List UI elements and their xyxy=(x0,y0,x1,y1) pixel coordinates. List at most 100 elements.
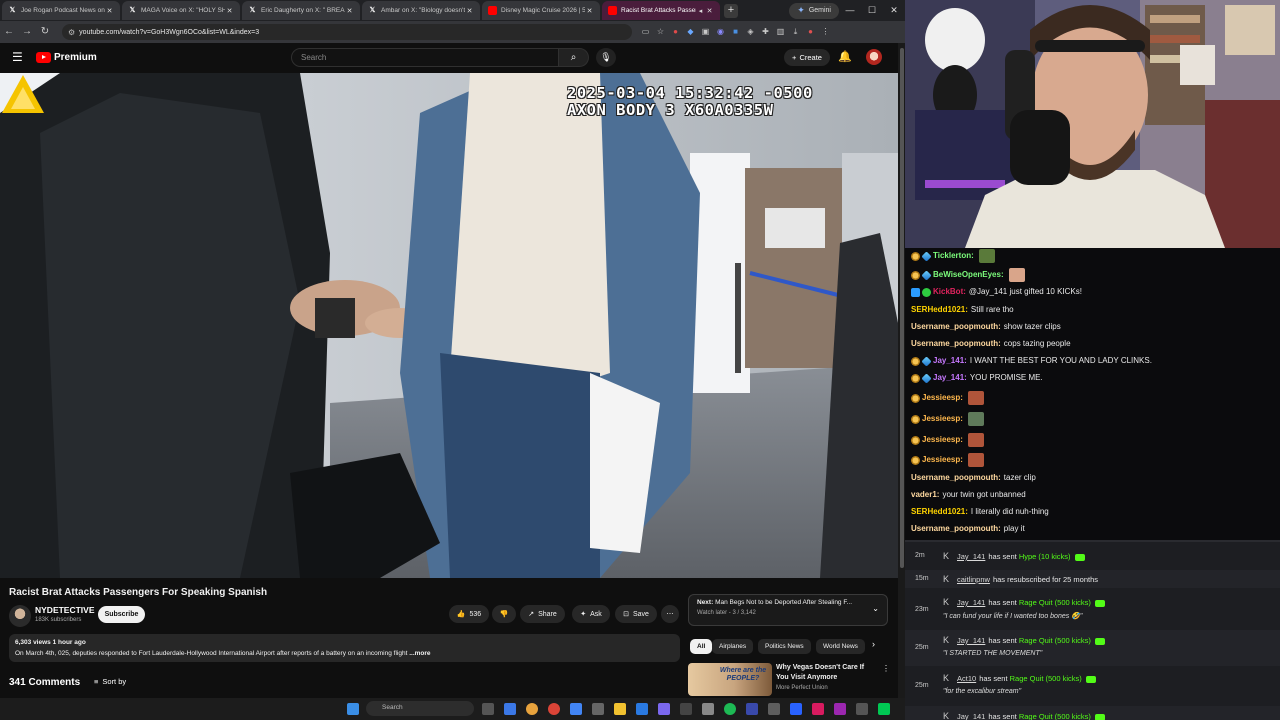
chat-username[interactable]: Jay_141: xyxy=(933,373,967,383)
more-actions-button[interactable]: ⋯ xyxy=(661,605,679,623)
browser-tab[interactable]: 𝕏 Joe Rogan Podcast News on X ✕ xyxy=(2,1,120,20)
back-icon[interactable]: ← xyxy=(0,21,18,43)
close-tab-icon[interactable]: ✕ xyxy=(345,7,354,15)
taskbar-app-icon[interactable] xyxy=(702,703,714,715)
mute-tab-icon[interactable]: ◂ xyxy=(696,7,705,15)
up-next-panel[interactable]: Next: Man Begs Not to be Deported After … xyxy=(688,594,888,626)
taskbar-app-icon[interactable] xyxy=(636,703,648,715)
chat-username[interactable]: Jay_141: xyxy=(933,356,967,366)
event-username[interactable]: caitlinpnw xyxy=(957,575,990,584)
browser-tab-active[interactable]: Racist Brat Attacks Passeng ◂ ✕ xyxy=(602,1,720,20)
ask-button[interactable]: ✦ Ask xyxy=(572,605,610,623)
profile-avatar-icon[interactable]: ● xyxy=(803,21,818,43)
microphone-icon[interactable]: 🎙 xyxy=(596,48,616,67)
sidepanel-icon[interactable]: ▥ xyxy=(773,21,788,43)
close-tab-icon[interactable]: ✕ xyxy=(705,7,714,15)
taskbar-app-icon[interactable] xyxy=(658,703,670,715)
extension-icon[interactable]: ■ xyxy=(728,21,743,43)
close-tab-icon[interactable]: ✕ xyxy=(225,7,234,15)
chevron-down-icon[interactable]: ⌄ xyxy=(872,604,879,613)
account-avatar[interactable] xyxy=(866,49,882,65)
forward-icon[interactable]: → xyxy=(18,21,36,43)
extension-icon[interactable]: ● xyxy=(668,21,683,43)
chip-all[interactable]: All xyxy=(690,639,713,654)
chrome-icon[interactable] xyxy=(526,703,538,715)
chat-username[interactable]: KickBot: xyxy=(933,287,966,297)
description-box[interactable]: 6,303 views 1 hour ago On March 4th, 025… xyxy=(9,634,680,662)
search-input[interactable]: Search xyxy=(291,48,559,67)
maximize-icon[interactable]: ☐ xyxy=(861,0,883,21)
extension-icon[interactable]: ◉ xyxy=(713,21,728,43)
browser-tab[interactable]: 𝕏 MAGA Voice on X: "HOLY SH ✕ xyxy=(122,1,240,20)
close-tab-icon[interactable]: ✕ xyxy=(105,7,114,15)
chat-username[interactable]: Ticklerton: xyxy=(933,251,974,261)
task-view-icon[interactable] xyxy=(482,703,494,715)
notifications-bell-icon[interactable]: 🔔 xyxy=(838,50,852,63)
close-window-icon[interactable]: ✕ xyxy=(883,0,905,21)
extension-icon[interactable]: ◈ xyxy=(743,21,758,43)
chat-username[interactable]: Username_poopmouth: xyxy=(911,339,1001,349)
recommendation-title[interactable]: Why Vegas Doesn't Care If You Visit Anym… xyxy=(776,663,876,683)
menu-icon[interactable]: ☰ xyxy=(12,51,24,63)
chip-airplanes[interactable]: Airplanes xyxy=(712,639,754,654)
event-username[interactable]: Jay_141 xyxy=(957,712,985,720)
windows-start-icon[interactable] xyxy=(347,703,359,715)
chat-username[interactable]: Jessieesp: xyxy=(922,455,963,465)
chat-username[interactable]: Jessieesp: xyxy=(922,435,963,445)
extension-icon[interactable]: ▣ xyxy=(698,21,713,43)
browser-tab[interactable]: Disney Magic Cruise 2026 | 5-N ✕ xyxy=(482,1,600,20)
chat-username[interactable]: BeWiseOpenEyes: xyxy=(933,270,1004,280)
like-button[interactable]: 👍 536 xyxy=(449,605,489,623)
youtube-logo[interactable]: Premium xyxy=(36,51,97,64)
minimize-icon[interactable]: — xyxy=(839,0,861,21)
event-username[interactable]: Jay_141 xyxy=(957,598,985,607)
event-username[interactable]: Jay_141 xyxy=(957,636,985,645)
extension-icon[interactable]: ◆ xyxy=(683,21,698,43)
taskbar-app-icon[interactable] xyxy=(856,703,868,715)
scrollbar-thumb[interactable] xyxy=(900,48,904,568)
taskbar-app-icon[interactable] xyxy=(790,703,802,715)
chip-politics-news[interactable]: Politics News xyxy=(758,639,811,654)
chat-username[interactable]: Username_poopmouth: xyxy=(911,524,1001,534)
extensions-puzzle-icon[interactable]: ✚ xyxy=(758,21,773,43)
gemini-button[interactable]: ✦ Gemini xyxy=(789,2,839,19)
new-tab-button[interactable]: + xyxy=(724,3,738,18)
sort-by-button[interactable]: ≡ Sort by xyxy=(94,677,126,686)
channel-name[interactable]: NYDETECTIVE xyxy=(35,605,95,615)
taskbar-app-icon[interactable] xyxy=(878,703,890,715)
site-info-icon[interactable]: ⚙ xyxy=(68,28,75,37)
chat-username[interactable]: Jessieesp: xyxy=(922,414,963,424)
event-username[interactable]: Jay_141 xyxy=(957,552,985,561)
dislike-button[interactable]: 👎 xyxy=(492,605,516,623)
more-vertical-icon[interactable]: ⋮ xyxy=(882,664,890,673)
taskbar-app-icon[interactable] xyxy=(592,703,604,715)
subscribe-button[interactable]: Subscribe xyxy=(98,606,145,623)
browser-tab[interactable]: 𝕏 Eric Daugherty on X: " BREAK ✕ xyxy=(242,1,360,20)
folder-icon[interactable] xyxy=(614,703,626,715)
cast-icon[interactable]: ▭ xyxy=(638,21,653,43)
recommendation-thumbnail[interactable]: Where are the PEOPLE? xyxy=(688,663,772,696)
chat-username[interactable]: Username_poopmouth: xyxy=(911,322,1001,332)
taskbar-app-icon[interactable] xyxy=(768,703,780,715)
taskbar-app-icon[interactable] xyxy=(548,703,560,715)
close-tab-icon[interactable]: ✕ xyxy=(585,7,594,15)
recommendation-channel[interactable]: More Perfect Union xyxy=(776,685,828,691)
video-player[interactable]: 2025-03-04 15:32:42 -0500 AXON BODY 3 X6… xyxy=(0,73,898,578)
url-field[interactable]: ⚙ youtube.com/watch?v=GoH3Wgn6OCo&list=W… xyxy=(62,24,632,40)
spotify-icon[interactable] xyxy=(724,703,736,715)
chat-username[interactable]: Jessieesp: xyxy=(922,393,963,403)
chat-username[interactable]: Username_poopmouth: xyxy=(911,473,1001,483)
create-button[interactable]: + Create xyxy=(784,49,830,66)
taskbar-app-icon[interactable] xyxy=(504,703,516,715)
browser-menu-icon[interactable]: ⋮ xyxy=(818,21,833,43)
chat-username[interactable]: SERHedd1021: xyxy=(911,305,968,315)
chat-username[interactable]: vader1: xyxy=(911,490,939,500)
taskbar-app-icon[interactable] xyxy=(680,703,692,715)
download-icon[interactable]: ⤓ xyxy=(788,21,803,43)
bookmark-star-icon[interactable]: ☆ xyxy=(653,21,668,43)
channel-avatar[interactable] xyxy=(9,605,31,627)
browser-tab[interactable]: 𝕏 Ambar on X: "Biology doesn't c ✕ xyxy=(362,1,480,20)
taskbar-search[interactable]: Search xyxy=(366,701,474,716)
reload-icon[interactable]: ↻ xyxy=(36,21,54,43)
search-icon[interactable]: ⌕ xyxy=(559,48,589,67)
